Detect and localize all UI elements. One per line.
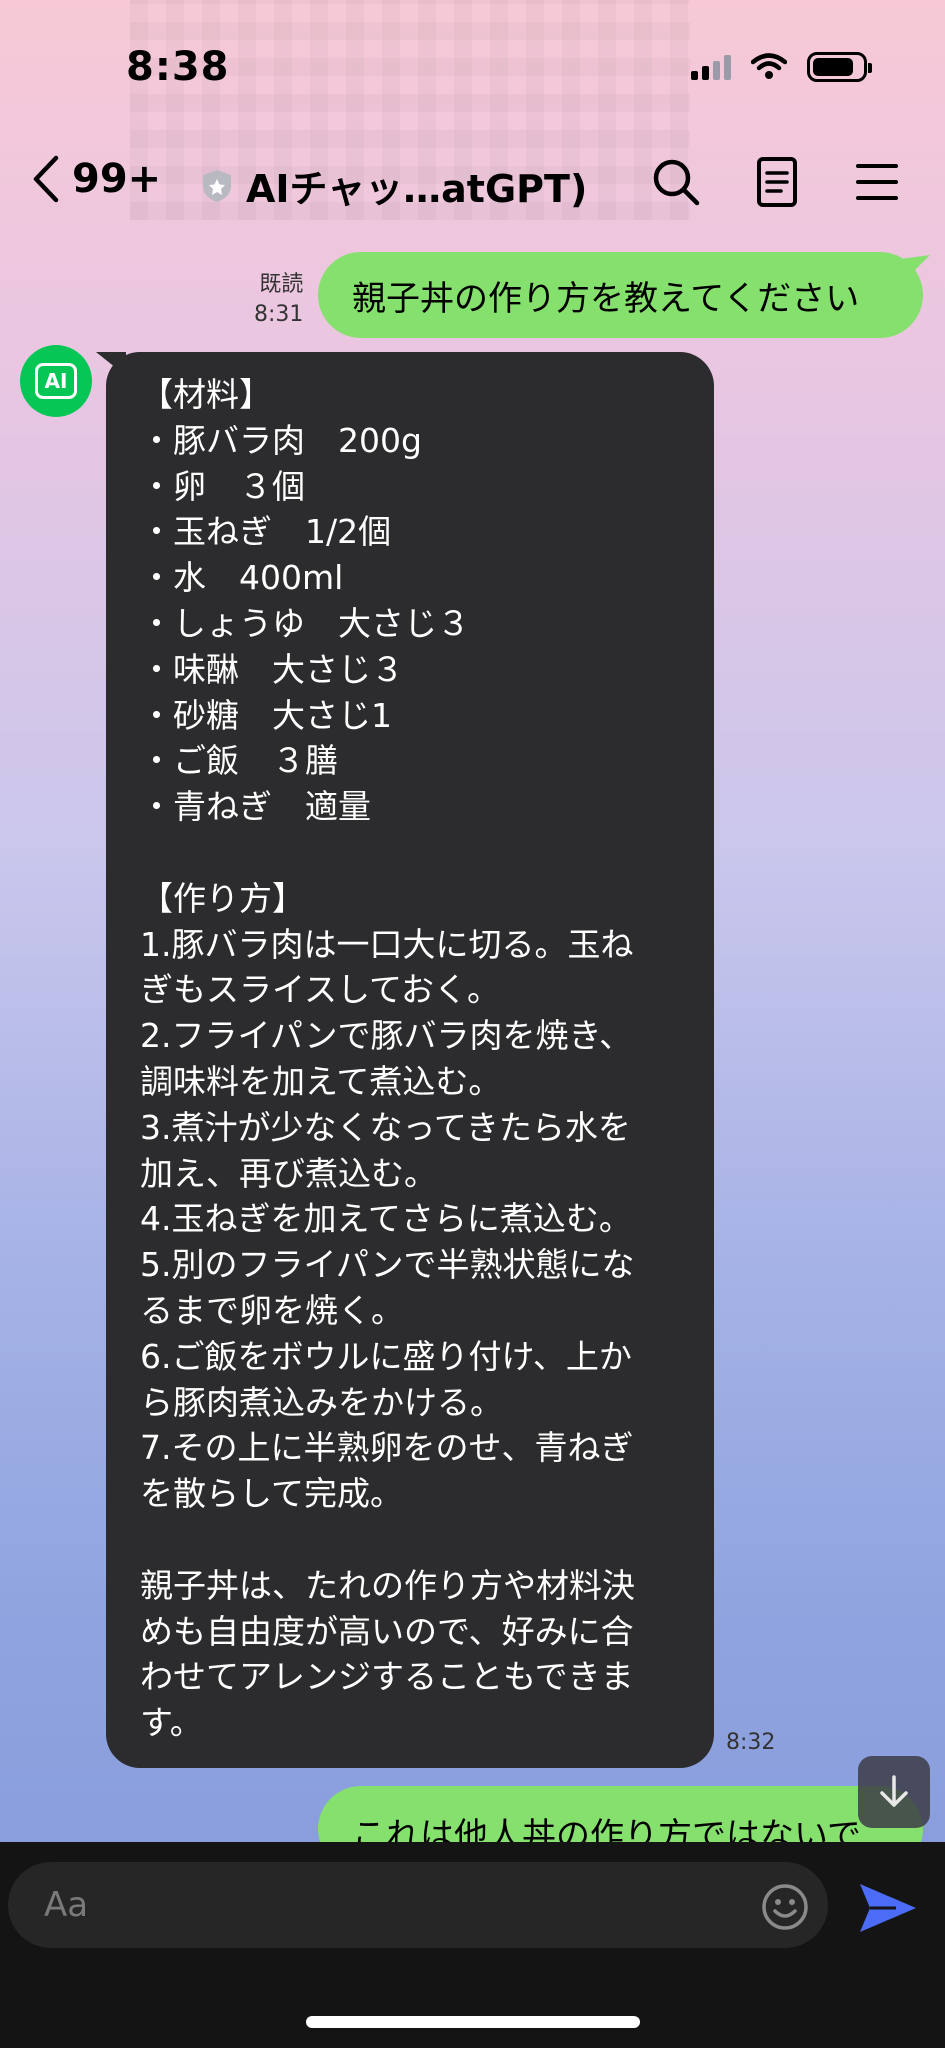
message-line: ・砂糖 大さじ1 — [140, 695, 392, 735]
notes-icon[interactable] — [754, 156, 800, 208]
status-icons — [691, 52, 872, 82]
avatar[interactable]: AI — [20, 345, 92, 417]
message-line: ・味醂 大さじ３ — [140, 649, 404, 689]
chat-header: 99+ AIチャッ…atGPT) — [0, 150, 945, 220]
message-line: を散らして完成。 — [140, 1474, 404, 1514]
message-input-bar: Aa — [0, 1842, 945, 2048]
wifi-icon — [751, 53, 787, 79]
battery-icon — [807, 52, 872, 82]
message-line: るまで卵を焼く。 — [140, 1290, 404, 1330]
read-receipt: 既読 — [259, 272, 304, 297]
menu-icon[interactable] — [854, 156, 900, 208]
message-line: ・しょうゆ 大さじ３ — [140, 603, 470, 643]
message-time: 8:32 — [726, 1730, 776, 1755]
official-badge-icon — [203, 169, 231, 202]
message-line: す。 — [140, 1703, 203, 1743]
message-line: 4.玉ねぎを加えてさらに煮込む。 — [140, 1199, 632, 1239]
chevron-left-icon — [33, 155, 59, 203]
message-line: めも自由度が高いので、好みに合 — [140, 1611, 634, 1651]
message-line: ・卵 ３個 — [140, 466, 305, 506]
message-time: 8:31 — [254, 302, 304, 327]
status-time: 8:38 — [126, 44, 230, 90]
incoming-message-bubble[interactable]: 【材料】 ・豚バラ肉 200g ・卵 ３個 ・玉ねぎ 1/2個 ・水 400ml… — [106, 352, 714, 1768]
cellular-signal-icon — [691, 54, 731, 80]
message-line: ・玉ねぎ 1/2個 — [140, 512, 392, 552]
emoji-icon[interactable] — [760, 1882, 810, 1932]
outgoing-message-bubble[interactable]: 親子丼の作り方を教えてください — [318, 252, 923, 338]
message-line: 6.ご飯をボウルに盛り付け、上か — [140, 1336, 632, 1376]
message-line: 【材料】 — [140, 375, 272, 414]
message-line: 1.豚バラ肉は一口大に切る。玉ね — [140, 924, 634, 964]
message-input[interactable]: Aa — [8, 1862, 828, 1948]
message-meta: 既読 8:31 — [254, 270, 303, 330]
message-line: 加え、再び煮込む。 — [140, 1153, 437, 1193]
message-line: 親子丼は、たれの作り方や材料決 — [140, 1565, 635, 1605]
input-placeholder: Aa — [44, 1885, 89, 1925]
message-line — [140, 1517, 690, 1563]
message-line: ・ご飯 ３膳 — [140, 741, 338, 781]
unread-count: 99+ — [72, 156, 162, 202]
chat-title[interactable]: AIチャッ…atGPT) — [200, 158, 587, 213]
message-line: ら豚肉煮込みをかける。 — [140, 1382, 503, 1422]
message-line: 7.その上に半熟卵をのせ、青ねぎ — [140, 1428, 634, 1468]
message-line: 3.煮汁が少なくなってきたら水を — [140, 1107, 631, 1147]
arrow-down-icon — [880, 1775, 908, 1807]
search-icon[interactable] — [650, 156, 702, 208]
message-line: 調味料を加えて煮込む。 — [140, 1061, 502, 1101]
message-line: ・青ねぎ 適量 — [140, 787, 371, 827]
message-line: 【作り方】 — [140, 878, 305, 918]
chat-title-text: AIチャッ…atGPT) — [246, 167, 588, 211]
message-line — [140, 830, 690, 876]
send-icon[interactable] — [856, 1880, 920, 1936]
scroll-to-bottom-button[interactable] — [858, 1756, 930, 1828]
home-indicator — [306, 2016, 640, 2028]
ai-chat-icon: AI — [35, 363, 77, 399]
message-text: 親子丼の作り方を教えてください — [352, 278, 860, 319]
message-line: ・豚バラ肉 200g — [140, 420, 422, 460]
message-line: わせてアレンジすることもできま — [140, 1657, 634, 1697]
message-line: ぎもスライスしておく。 — [140, 970, 501, 1010]
message-line: 2.フライパンで豚バラ肉を焼き、 — [140, 1016, 633, 1056]
message-line: ・水 400ml — [140, 558, 344, 598]
back-button[interactable]: 99+ — [30, 154, 161, 204]
message-line: 5.別のフライパンで半熟状態にな — [140, 1245, 635, 1285]
